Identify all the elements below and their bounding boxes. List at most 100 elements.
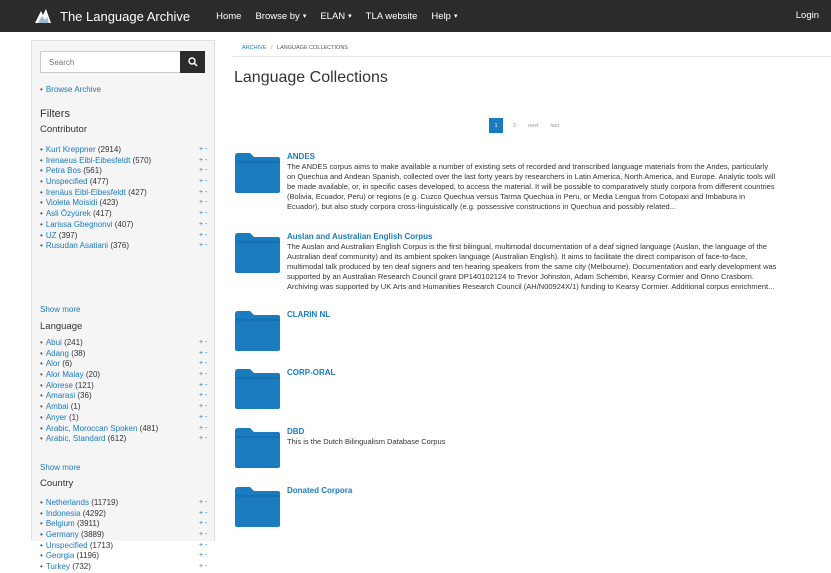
include-exclude-toggle[interactable]: + - — [199, 391, 207, 402]
nav-item-elan[interactable]: ELAN ▾ — [320, 11, 351, 22]
filter-item-name[interactable]: Petra Bos — [46, 166, 81, 175]
page-2-link[interactable]: 2 — [513, 123, 516, 129]
include-exclude-toggle[interactable]: + - — [199, 241, 207, 252]
filter-item[interactable]: • Indonesia (4292) + - — [40, 509, 208, 520]
folder-icon[interactable] — [234, 486, 281, 528]
include-exclude-toggle[interactable]: + - — [199, 562, 207, 573]
filter-item[interactable]: • Georgia (1196) + - — [40, 551, 208, 562]
folder-icon[interactable] — [234, 368, 281, 410]
search-button[interactable] — [180, 51, 205, 73]
show-more-contributor[interactable]: Show more — [40, 305, 80, 314]
show-more-language[interactable]: Show more — [40, 463, 80, 472]
filter-item[interactable]: • Netherlands (11719) + - — [40, 498, 208, 509]
include-exclude-toggle[interactable]: + - — [199, 498, 207, 509]
collection-title[interactable]: ANDES — [287, 152, 315, 161]
collection-title[interactable]: CLARIN NL — [287, 310, 330, 319]
filter-item-name[interactable]: Adang — [46, 349, 69, 358]
filter-item-name[interactable]: Alorese — [46, 381, 73, 390]
include-exclude-toggle[interactable]: + - — [199, 434, 207, 445]
folder-icon[interactable] — [234, 310, 281, 352]
brand-title[interactable]: The Language Archive — [60, 9, 190, 24]
filter-item-name[interactable]: Anyer — [46, 413, 67, 422]
include-exclude-toggle[interactable]: + - — [199, 519, 207, 530]
filter-item[interactable]: • Irenäus Eibl-Eibesfeldt (427) + - — [40, 188, 208, 199]
filter-item-name[interactable]: Unspecified — [46, 541, 88, 550]
collection-title[interactable]: CORP-ORAL — [287, 368, 335, 377]
include-exclude-toggle[interactable]: + - — [199, 220, 207, 231]
filter-item-name[interactable]: Turkey — [46, 562, 70, 571]
filter-item-name[interactable]: Asli Özyürek — [46, 209, 91, 218]
include-exclude-toggle[interactable]: + - — [199, 198, 207, 209]
filter-item-name[interactable]: Amarasi — [46, 391, 75, 400]
filter-item[interactable]: • Asli Özyürek (417) + - — [40, 209, 208, 220]
include-exclude-toggle[interactable]: + - — [199, 413, 207, 424]
filter-item-name[interactable]: UZ — [46, 231, 57, 240]
include-exclude-toggle[interactable]: + - — [199, 209, 207, 220]
filter-item-name[interactable]: Indonesia — [46, 509, 81, 518]
include-exclude-toggle[interactable]: + - — [199, 166, 207, 177]
filter-item-name[interactable]: Alor — [46, 359, 60, 368]
nav-item-home[interactable]: Home — [216, 11, 241, 22]
include-exclude-toggle[interactable]: + - — [199, 188, 207, 199]
include-exclude-toggle[interactable]: + - — [199, 509, 207, 520]
filter-item[interactable]: • Unspecified (1713) + - — [40, 541, 208, 552]
filter-item[interactable]: • Alor (6) + - — [40, 359, 208, 370]
filter-item[interactable]: • Alor Malay (20) + - — [40, 370, 208, 381]
filter-item[interactable]: • Arabic, Standard (612) + - — [40, 434, 208, 445]
filter-item-name[interactable]: Irenaeus Eibl-Eibesfeldt — [46, 156, 131, 165]
folder-icon[interactable] — [234, 232, 281, 274]
login-link[interactable]: Login — [796, 0, 819, 32]
next-page-link[interactable]: next — [528, 123, 538, 129]
include-exclude-toggle[interactable]: + - — [199, 541, 207, 552]
filter-item[interactable]: • Ambai (1) + - — [40, 402, 208, 413]
filter-item-name[interactable]: Netherlands — [46, 498, 89, 507]
filter-item[interactable]: • Violeta Moisidi (423) + - — [40, 198, 208, 209]
filter-item-name[interactable]: Violeta Moisidi — [46, 198, 97, 207]
include-exclude-toggle[interactable]: + - — [199, 338, 207, 349]
filter-item-name[interactable]: Belgium — [46, 519, 75, 528]
filter-item[interactable]: • Kurt Kreppner (2914) + - — [40, 145, 208, 156]
filter-item-name[interactable]: Alor Malay — [46, 370, 84, 379]
filter-item[interactable]: • Arabic, Moroccan Spoken (481) + - — [40, 424, 208, 435]
collection-title[interactable]: Auslan and Australian English Corpus — [287, 232, 433, 241]
filter-item-name[interactable]: Georgia — [46, 551, 74, 560]
filter-item-name[interactable]: Germany — [46, 530, 79, 539]
search-input[interactable] — [40, 51, 180, 73]
include-exclude-toggle[interactable]: + - — [199, 231, 207, 242]
nav-item-tla-website[interactable]: TLA website — [366, 11, 418, 22]
include-exclude-toggle[interactable]: + - — [199, 530, 207, 541]
filter-item-name[interactable]: Arabic, Moroccan Spoken — [46, 424, 138, 433]
folder-icon[interactable] — [234, 427, 281, 469]
include-exclude-toggle[interactable]: + - — [199, 402, 207, 413]
include-exclude-toggle[interactable]: + - — [199, 156, 207, 167]
include-exclude-toggle[interactable]: + - — [199, 370, 207, 381]
filter-item-name[interactable]: Unspecified — [46, 177, 88, 186]
nav-item-help[interactable]: Help ▾ — [431, 11, 457, 22]
filter-item-name[interactable]: Ambai — [46, 402, 69, 411]
filter-item[interactable]: • Petra Bos (561) + - — [40, 166, 208, 177]
nav-item-browse-by[interactable]: Browse by ▾ — [255, 11, 306, 22]
filter-item-name[interactable]: Abui — [46, 338, 62, 347]
filter-item-name[interactable]: Kurt Kreppner — [46, 145, 96, 154]
last-page-link[interactable]: last — [550, 123, 559, 129]
filter-item[interactable]: • Unspecified (477) + - — [40, 177, 208, 188]
filter-item[interactable]: • Germany (3889) + - — [40, 530, 208, 541]
brand[interactable]: The Language Archive — [34, 0, 202, 32]
include-exclude-toggle[interactable]: + - — [199, 381, 207, 392]
filter-item[interactable]: • Belgium (3911) + - — [40, 519, 208, 530]
include-exclude-toggle[interactable]: + - — [199, 424, 207, 435]
filter-item[interactable]: • Abui (241) + - — [40, 338, 208, 349]
filter-item-name[interactable]: Rusudan Asatiani — [46, 241, 108, 250]
filter-item[interactable]: • Adang (38) + - — [40, 349, 208, 360]
filter-item[interactable]: • Larissa Gbegnonvi (407) + - — [40, 220, 208, 231]
filter-item[interactable]: • UZ (397) + - — [40, 231, 208, 242]
include-exclude-toggle[interactable]: + - — [199, 177, 207, 188]
filter-item[interactable]: • Amarasi (36) + - — [40, 391, 208, 402]
filter-item[interactable]: • Alorese (121) + - — [40, 381, 208, 392]
filter-item-name[interactable]: Arabic, Standard — [46, 434, 106, 443]
include-exclude-toggle[interactable]: + - — [199, 145, 207, 156]
include-exclude-toggle[interactable]: + - — [199, 551, 207, 562]
breadcrumb-archive[interactable]: ARCHIVE — [242, 45, 266, 51]
filter-item[interactable]: • Rusudan Asatiani (376) + - — [40, 241, 208, 252]
browse-archive-link[interactable]: • Browse Archive — [40, 85, 101, 94]
